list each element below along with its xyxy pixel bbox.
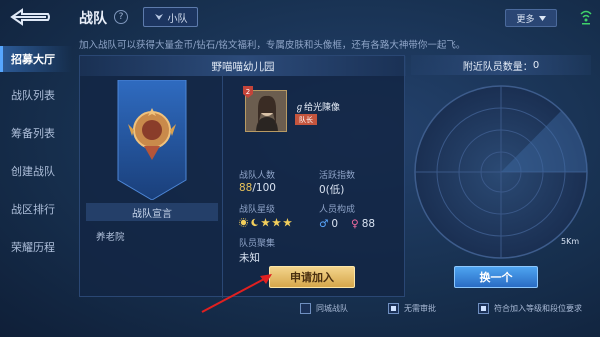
star-label: 战队星级 [239, 205, 276, 215]
meets-requirements-checkbox[interactable] [478, 303, 489, 314]
no-approval-checkbox[interactable] [388, 303, 399, 314]
squad-button-label: 小队 [167, 13, 188, 25]
back-button[interactable] [8, 6, 52, 28]
squad-icon [154, 14, 163, 20]
wifi-icon [580, 9, 592, 25]
moon-icon [251, 218, 259, 227]
sidebar-item-prep-list[interactable]: 筹备列表 [0, 120, 72, 146]
team-info-column: 2 ℊ给光陳像 队长 战队人数 88/100 活跃指数 0(低) 战队星级 人员… [222, 76, 406, 298]
sidebar-item-recruit-hall[interactable]: 招募大厅 [0, 46, 72, 72]
sidebar-item-create-team[interactable]: 创建战队 [0, 158, 72, 184]
page-title: 战队 [79, 11, 107, 27]
declaration-text: 养老院 [96, 232, 125, 243]
sidebar: 招募大厅 战队列表 筹备列表 创建战队 战区排行 荣耀历程 [0, 34, 72, 337]
declaration-title: 战队宣言 [86, 203, 218, 221]
team-stars [239, 218, 292, 227]
star-icon [261, 218, 270, 227]
nearby-members-header: 附近队员数量： 0 [411, 55, 591, 75]
radar-map: 5Km [414, 85, 588, 259]
more-dropdown-label: 更多 [516, 14, 535, 25]
sidebar-item-team-list[interactable]: 战队列表 [0, 82, 72, 108]
radar-range-label: 5Km [561, 237, 579, 246]
star-icon [283, 218, 292, 227]
top-bar: 战队 ? 小队 更多 [0, 0, 600, 34]
female-count: 88 [361, 218, 376, 230]
members-value: 88/100 [239, 182, 276, 194]
activity-label: 活跃指数 [319, 171, 356, 181]
help-icon[interactable]: ? [114, 10, 128, 24]
sidebar-item-region-rank[interactable]: 战区排行 [0, 196, 72, 222]
chevron-down-icon [538, 15, 546, 21]
no-approval-label: 无需审批 [404, 304, 436, 313]
notice-text: 加入战队可以获得大量金币/钻石/铭文福利，专属皮肤和头像框，还有各路大神带你一起… [79, 40, 466, 51]
team-emblem-column: 战队宣言 养老院 [80, 76, 222, 298]
filter-meets-requirements[interactable]: 符合加入等级和段位要求 [478, 303, 582, 314]
rank-badge-number: 2 [246, 88, 250, 96]
nearby-members-count: 0 [532, 59, 540, 71]
meets-requirements-label: 符合加入等级和段位要求 [494, 304, 582, 313]
squad-button[interactable]: 小队 [143, 7, 198, 27]
composition-label: 人员构成 [319, 205, 356, 215]
leader-tag: 队长 [295, 114, 317, 125]
rank-badge-icon: 2 [243, 86, 253, 98]
same-city-checkbox[interactable] [300, 303, 311, 314]
leader-name: ℊ给光陳像 [295, 103, 341, 113]
team-card: 野喵喵幼儿园 战队宣言 养老院 2 ℊ给光陳像 队长 战队人数 88/100 活… [79, 55, 406, 298]
annotation-arrow-icon [201, 274, 272, 313]
sun-icon [239, 218, 248, 227]
female-icon: ♀ [351, 218, 359, 230]
members-current: 88 [239, 182, 253, 194]
apply-join-button[interactable]: 申请加入 [269, 266, 355, 288]
male-icon: ♂ [319, 218, 329, 230]
switch-team-button[interactable]: 换一个 [454, 266, 538, 288]
same-city-label: 同城战队 [316, 304, 348, 313]
members-max: /100 [252, 182, 276, 194]
gathering-label: 队员聚集 [239, 239, 276, 249]
female-count-group: ♀ 88 [351, 218, 375, 230]
team-banner-emblem-icon [117, 80, 187, 200]
filter-no-approval[interactable]: 无需审批 [388, 303, 436, 314]
back-arrow-icon [10, 8, 50, 26]
sidebar-item-honor-history[interactable]: 荣耀历程 [0, 234, 72, 260]
more-dropdown[interactable]: 更多 [505, 9, 557, 27]
star-icon [272, 218, 281, 227]
team-name: 野喵喵幼儿园 [80, 56, 406, 76]
nearby-members-label: 附近队员数量： [462, 61, 533, 73]
gathering-value: 未知 [239, 252, 260, 264]
activity-value: 0(低) [319, 184, 345, 196]
male-count-group: ♂ 0 [319, 218, 338, 230]
members-label: 战队人数 [239, 171, 276, 181]
filter-same-city[interactable]: 同城战队 [300, 303, 348, 314]
male-count: 0 [331, 218, 339, 230]
